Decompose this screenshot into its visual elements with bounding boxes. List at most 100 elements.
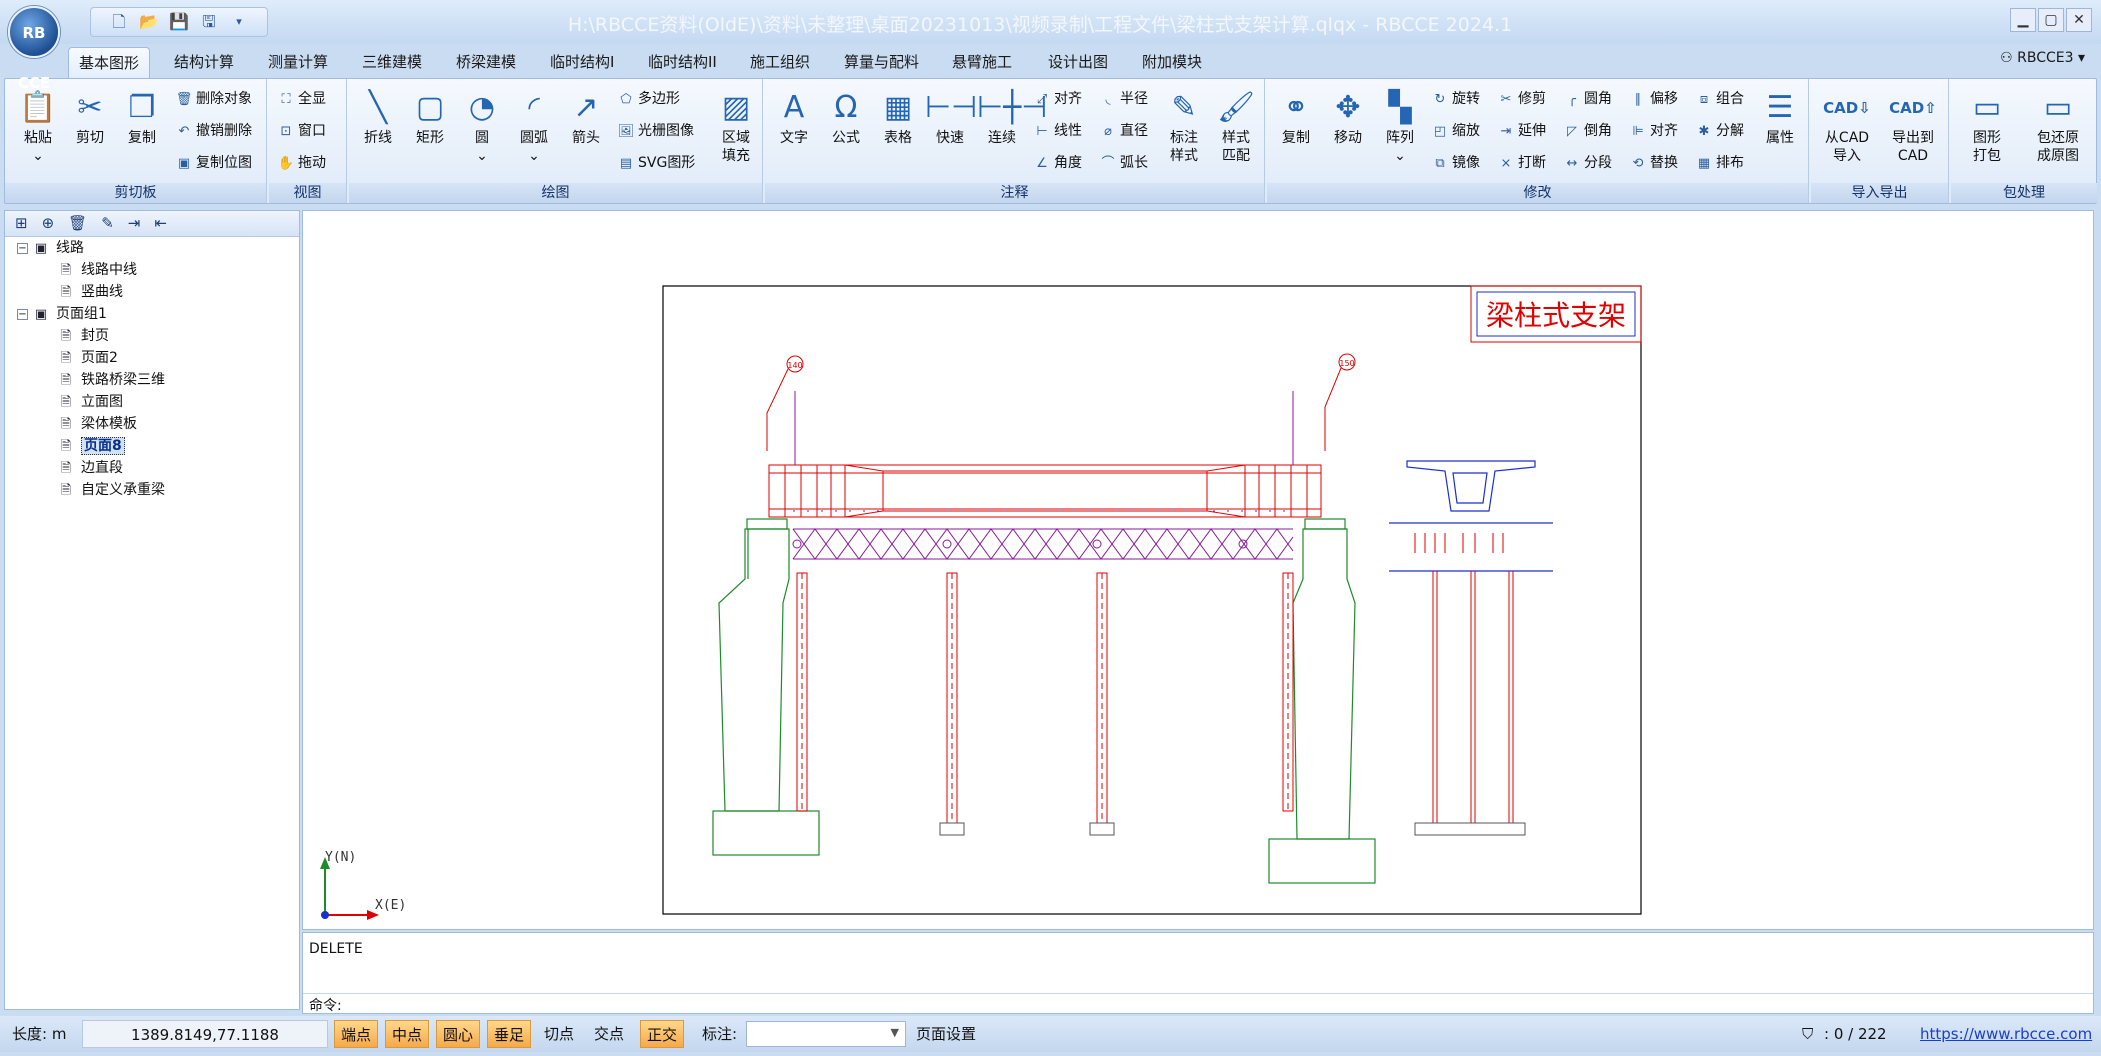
continuous-dimension-button[interactable]: ⊢┼⊣ 连续 (977, 87, 1047, 147)
add-page-icon[interactable]: ⊕ (42, 214, 55, 233)
tree-node-page2[interactable]: 🗎 页面2 (59, 347, 118, 369)
dim-style-button[interactable]: ✎ 标注 样式 (1159, 87, 1209, 165)
copy-bitmap-button[interactable]: ▣ 复制位图 (175, 151, 252, 175)
restore-package-button[interactable]: ▭ 包还原 成原图 (2023, 87, 2093, 165)
scale-button[interactable]: ◰ 缩放 (1431, 119, 1480, 143)
zoom-all-button[interactable]: ⛶ 全显 (277, 87, 326, 111)
save-icon[interactable]: 💾 (169, 12, 189, 32)
formula-button[interactable]: Ω 公式 (821, 87, 871, 147)
text-button[interactable]: A 文字 (769, 87, 819, 147)
export-to-cad-button[interactable]: CAD⇧ 导出到 CAD (1881, 87, 1945, 165)
radius-dim-button[interactable]: ◟ 半径 (1099, 87, 1148, 111)
tree-node-page8[interactable]: 🗎 页面8 (59, 435, 125, 457)
dropdown-arrow-icon[interactable]: ▾ (229, 12, 249, 32)
break-button[interactable]: ⨯ 打断 (1497, 151, 1546, 175)
close-icon[interactable]: ✕ (2066, 8, 2092, 32)
filter-icon[interactable]: ⛉ (1796, 1020, 1819, 1048)
tab-bridge-modeling[interactable]: 桥梁建模 (446, 47, 526, 78)
extend-button[interactable]: ⇥ 延伸 (1497, 119, 1546, 143)
mirror-button[interactable]: ⧉ 镜像 (1431, 151, 1480, 175)
tab-design-output[interactable]: 设计出图 (1038, 47, 1118, 78)
chamfer-button[interactable]: ◸ 倒角 (1563, 119, 1612, 143)
snap-perpendicular-toggle[interactable]: 垂足 (487, 1020, 532, 1048)
arrange-button[interactable]: ▦ 排布 (1695, 151, 1744, 175)
add-node-icon[interactable]: ⊞ (15, 214, 28, 233)
snap-center-toggle[interactable]: 圆心 (436, 1020, 481, 1048)
tree-node-elevation[interactable]: 🗎 立面图 (59, 391, 123, 413)
tab-temp-structure-1[interactable]: 临时结构I (540, 47, 624, 78)
tab-survey-calc[interactable]: 测量计算 (258, 47, 338, 78)
arc-length-dim-button[interactable]: ⌒ 弧长 (1099, 151, 1148, 175)
minimize-icon[interactable]: ▁ (2010, 8, 2036, 32)
angle-dim-button[interactable]: ∠ 角度 (1033, 151, 1082, 175)
fillet-button[interactable]: ╭ 圆角 (1563, 87, 1612, 111)
explode-button[interactable]: ✱ 分解 (1695, 119, 1744, 143)
linear-dim-button[interactable]: ⊢ 线性 (1033, 119, 1082, 143)
polygon-button[interactable]: ⬠ 多边形 (617, 87, 680, 111)
array-button[interactable]: ▚ 阵列 ⌄ (1375, 87, 1425, 165)
annotation-select[interactable]: ▼ (746, 1021, 906, 1047)
collapse-icon[interactable]: − (17, 242, 28, 254)
new-file-icon[interactable]: 🗋 (109, 12, 129, 32)
import-from-cad-button[interactable]: CAD⇩ 从CAD 导入 (1815, 87, 1879, 165)
move-button[interactable]: ✥ 移动 (1323, 87, 1373, 147)
svg-graphic-button[interactable]: ▤ SVG图形 (617, 151, 695, 175)
copy-button[interactable]: ❐ 复制 (117, 87, 167, 147)
circle-button[interactable]: ◔ 圆 ⌄ (457, 87, 507, 165)
ortho-toggle[interactable]: 正交 (640, 1020, 685, 1048)
diameter-dim-button[interactable]: ⌀ 直径 (1099, 119, 1148, 143)
tree-node-cover[interactable]: 🗎 封页 (59, 325, 109, 347)
pan-button[interactable]: ✋ 拖动 (277, 151, 326, 175)
save-as-icon[interactable]: 🖫 (199, 12, 219, 32)
tree-node-beam-template[interactable]: 🗎 梁体模板 (59, 413, 137, 435)
zoom-window-button[interactable]: ⊡ 窗口 (277, 119, 326, 143)
page-setup-button[interactable]: 页面设置 (910, 1020, 982, 1048)
offset-button[interactable]: ∥ 偏移 (1629, 87, 1678, 111)
drawing-canvas[interactable]: 梁柱式支架 140 150 Y(N) X(E) (302, 210, 2094, 930)
tab-3d-modeling[interactable]: 三维建模 (352, 47, 432, 78)
outdent-icon[interactable]: ⇤ (154, 214, 167, 233)
polyline-button[interactable]: ╲ 折线 (353, 87, 403, 147)
arrow-button[interactable]: ↗ 箭头 (561, 87, 611, 147)
arc-button[interactable]: ◜ 圆弧 ⌄ (509, 87, 559, 165)
undo-delete-button[interactable]: ↶ 撤销删除 (175, 119, 252, 143)
match-style-button[interactable]: 🖌 样式 匹配 (1211, 87, 1261, 165)
cut-button[interactable]: ✂ 剪切 (65, 87, 115, 147)
tab-cantilever[interactable]: 悬臂施工 (942, 47, 1022, 78)
hatch-fill-button[interactable]: ▨ 区域 填充 (711, 87, 761, 165)
snap-midpoint-toggle[interactable]: 中点 (385, 1020, 430, 1048)
drawing-svg[interactable]: 梁柱式支架 140 150 Y(N) X(E) (303, 211, 2093, 929)
divide-button[interactable]: ↔ 分段 (1563, 151, 1612, 175)
rotate-button[interactable]: ↻ 旋转 (1431, 87, 1480, 111)
open-folder-icon[interactable]: 📂 (139, 12, 159, 32)
tree-node-edge-straight[interactable]: 🗎 边直段 (59, 457, 123, 479)
app-logo[interactable]: RB CCE (8, 6, 60, 92)
tree-node-custom-beam[interactable]: 🗎 自定义承重梁 (59, 479, 165, 501)
rename-icon[interactable]: ✎ (101, 214, 114, 233)
user-menu[interactable]: ⚇ RBCCE3 ▾ (2000, 50, 2085, 66)
maximize-icon[interactable]: ▢ (2038, 8, 2064, 32)
tab-basic-graphics[interactable]: 基本图形 (68, 47, 151, 78)
pack-graphics-button[interactable]: ▭ 图形 打包 (1955, 87, 2019, 165)
rectangle-button[interactable]: ▢ 矩形 (405, 87, 455, 147)
group-button[interactable]: ⧈ 组合 (1695, 87, 1744, 111)
collapse-icon[interactable]: − (17, 308, 28, 320)
tab-construction-org[interactable]: 施工组织 (740, 47, 820, 78)
table-button[interactable]: ▦ 表格 (873, 87, 923, 147)
tab-structure-calc[interactable]: 结构计算 (164, 47, 244, 78)
align-button[interactable]: ⊫ 对齐 (1629, 119, 1678, 143)
tree-node-page-group[interactable]: − ▣ 页面组1 (17, 303, 107, 325)
raster-image-button[interactable]: 🖼 光栅图像 (617, 119, 694, 143)
aligned-dim-button[interactable]: ⤢ 对齐 (1033, 87, 1082, 111)
properties-button[interactable]: ☰ 属性 (1755, 87, 1805, 147)
quick-dimension-button[interactable]: ⊢⊣ 快速 (925, 87, 977, 147)
copy-object-button[interactable]: ⚭ 复制 (1271, 87, 1321, 147)
website-link[interactable]: https://www.rbcce.com (1914, 1020, 2098, 1048)
replace-button[interactable]: ⟲ 替换 (1629, 151, 1678, 175)
snap-endpoint-toggle[interactable]: 端点 (334, 1020, 379, 1048)
tab-addon[interactable]: 附加模块 (1132, 47, 1212, 78)
tab-temp-structure-2[interactable]: 临时结构II (638, 47, 727, 78)
tree-node-route-centerline[interactable]: 🗎 线路中线 (59, 259, 137, 281)
snap-tangent-toggle[interactable]: 切点 (538, 1020, 580, 1048)
command-input[interactable] (349, 995, 2079, 1013)
